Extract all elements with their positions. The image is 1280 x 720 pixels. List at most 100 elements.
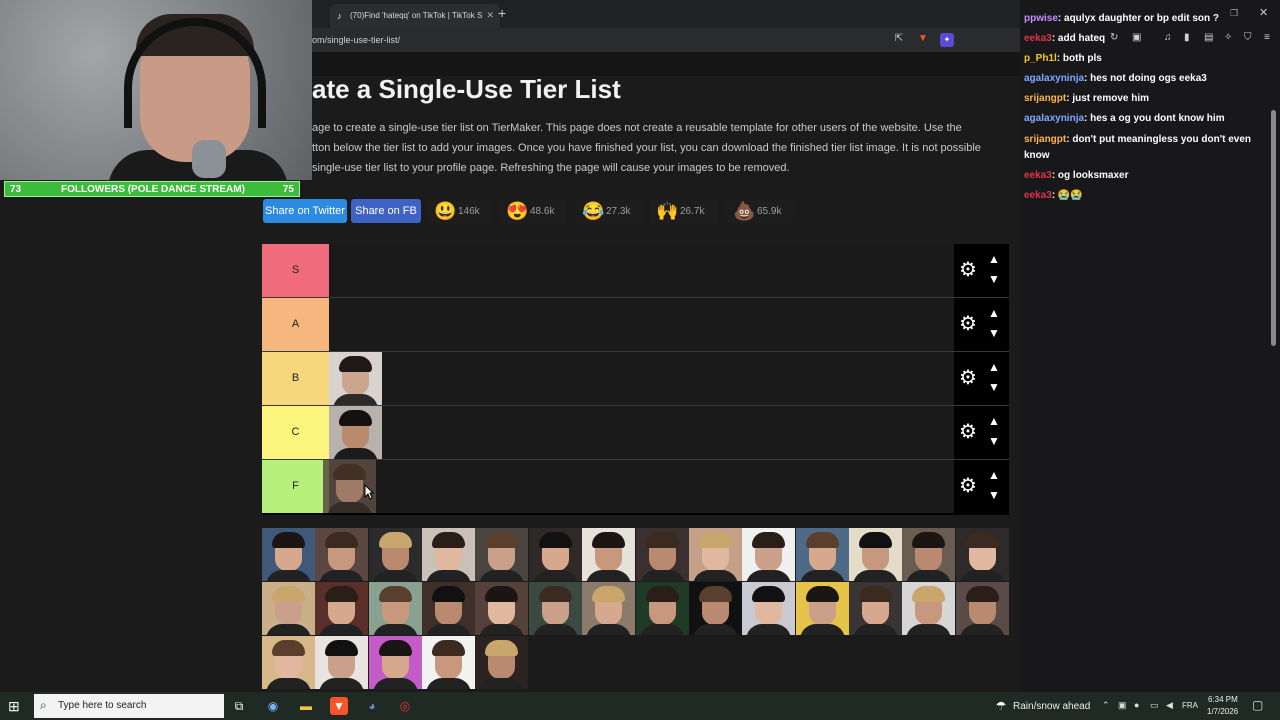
clock-time[interactable]: 6:34 PM xyxy=(1208,695,1238,704)
pool-image[interactable] xyxy=(902,582,956,635)
reaction-button[interactable]: 💩 65.9k xyxy=(727,198,793,224)
chat-username[interactable]: eeka3 xyxy=(1024,33,1052,44)
chevron-down-icon[interactable]: ▼ xyxy=(988,488,1000,502)
pool-image[interactable] xyxy=(955,528,1009,581)
browser-tab[interactable]: ♪ (70)Find 'hateqq' on TikTok | TikTok S… xyxy=(330,4,500,28)
pool-image[interactable] xyxy=(262,636,315,689)
share-page-icon[interactable]: ⇱ xyxy=(892,33,906,47)
task-view-icon[interactable]: ⧉ xyxy=(230,697,248,715)
clock-date[interactable]: 1/7/2026 xyxy=(1207,707,1238,716)
copilot-icon[interactable]: ◉ xyxy=(264,697,282,715)
pool-image[interactable] xyxy=(688,528,742,581)
show-hidden-icons-icon[interactable]: ⌃ xyxy=(1102,700,1110,711)
chat-username[interactable]: agalaxyninja xyxy=(1024,113,1084,124)
pool-image[interactable] xyxy=(848,582,902,635)
reaction-button[interactable]: 😍 48.6k xyxy=(500,198,566,224)
pool-image[interactable] xyxy=(528,582,582,635)
windows-start-icon[interactable]: ⊞ xyxy=(8,698,20,715)
pool-image[interactable] xyxy=(582,528,636,581)
weather-text[interactable]: Rain/snow ahead xyxy=(1013,701,1090,712)
gear-icon[interactable]: ⚙ xyxy=(959,476,977,496)
taskbar-search-box[interactable]: ⌕ Type here to search xyxy=(34,694,224,718)
chevron-up-icon[interactable]: ▲ xyxy=(988,468,1000,482)
pool-image[interactable] xyxy=(528,528,582,581)
reaction-button[interactable]: 😂 27.3k xyxy=(576,198,642,224)
url-text[interactable]: om/single-use-tier-list/ xyxy=(312,35,400,45)
chevron-down-icon[interactable]: ▼ xyxy=(988,326,1000,340)
pool-image[interactable] xyxy=(422,636,476,689)
tier-dropzone[interactable] xyxy=(329,406,954,459)
chat-username[interactable]: srijangpt xyxy=(1024,134,1066,145)
pool-image[interactable] xyxy=(742,582,796,635)
chat-username[interactable]: p_Ph1l xyxy=(1024,53,1057,64)
pool-image[interactable] xyxy=(368,636,422,689)
new-tab-button[interactable]: + xyxy=(498,5,506,21)
weather-icon[interactable]: ☂ xyxy=(992,697,1010,715)
pool-image[interactable] xyxy=(422,582,476,635)
pool-image[interactable] xyxy=(635,528,689,581)
gear-icon[interactable]: ⚙ xyxy=(959,368,977,388)
chat-username[interactable]: eeka3 xyxy=(1024,170,1052,181)
close-tab-icon[interactable]: ✕ xyxy=(486,10,494,21)
gear-icon[interactable]: ⚙ xyxy=(959,314,977,334)
tier-item-image[interactable] xyxy=(329,406,382,459)
chat-username[interactable]: eeka3 xyxy=(1024,190,1052,201)
tier-label[interactable]: F xyxy=(262,460,329,513)
chat-scrollbar[interactable] xyxy=(1271,110,1276,346)
pool-image[interactable] xyxy=(475,636,529,689)
pool-image[interactable] xyxy=(315,528,369,581)
pool-image[interactable] xyxy=(422,528,476,581)
chevron-up-icon[interactable]: ▲ xyxy=(988,306,1000,320)
obs-icon[interactable]: ◎ xyxy=(396,697,414,715)
leo-ai-icon[interactable]: ✦ xyxy=(940,33,954,47)
pool-image[interactable] xyxy=(475,528,529,581)
tier-label[interactable]: A xyxy=(262,298,329,351)
chat-username[interactable]: srijangpt xyxy=(1024,93,1066,104)
chevron-up-icon[interactable]: ▲ xyxy=(988,252,1000,266)
chat-username[interactable]: ppwise xyxy=(1024,13,1058,24)
share-facebook-button[interactable]: Share on FB xyxy=(351,199,421,223)
pool-image[interactable] xyxy=(368,582,422,635)
tier-dropzone[interactable] xyxy=(329,352,954,405)
tray-app-icon[interactable]: ▣ xyxy=(1118,700,1127,711)
gear-icon[interactable]: ⚙ xyxy=(959,260,977,280)
pool-image[interactable] xyxy=(848,528,902,581)
pool-image[interactable] xyxy=(795,528,849,581)
chevron-down-icon[interactable]: ▼ xyxy=(988,272,1000,286)
pool-image[interactable] xyxy=(582,582,636,635)
reaction-button[interactable]: 😃 146k xyxy=(428,198,490,224)
chevron-up-icon[interactable]: ▲ xyxy=(988,414,1000,428)
microphone-icon[interactable]: ● xyxy=(1134,700,1139,710)
tier-label[interactable]: S xyxy=(262,244,329,297)
tier-dropzone[interactable] xyxy=(329,244,954,297)
network-icon[interactable]: ▭ xyxy=(1150,700,1159,711)
chevron-down-icon[interactable]: ▼ xyxy=(988,434,1000,448)
tier-dropzone[interactable] xyxy=(323,460,954,513)
chat-username[interactable]: agalaxyninja xyxy=(1024,73,1084,84)
pool-image[interactable] xyxy=(262,582,315,635)
chevron-down-icon[interactable]: ▼ xyxy=(988,380,1000,394)
tier-label[interactable]: B xyxy=(262,352,329,405)
pool-image[interactable] xyxy=(475,582,529,635)
pool-image[interactable] xyxy=(635,582,689,635)
share-twitter-button[interactable]: Share on Twitter xyxy=(263,199,347,223)
pool-image[interactable] xyxy=(315,636,369,689)
tier-item-image[interactable] xyxy=(329,352,382,405)
pool-image[interactable] xyxy=(795,582,849,635)
brave-shields-icon[interactable]: ▼ xyxy=(916,33,930,47)
discord-icon[interactable]: ◕ xyxy=(363,697,381,715)
volume-icon[interactable]: ◀ xyxy=(1166,700,1173,711)
pool-image[interactable] xyxy=(742,528,796,581)
pool-image[interactable] xyxy=(368,528,422,581)
brave-browser-icon[interactable]: ▼ xyxy=(330,697,348,715)
notifications-icon[interactable]: ▢ xyxy=(1252,698,1263,712)
gear-icon[interactable]: ⚙ xyxy=(959,422,977,442)
input-language[interactable]: FRA xyxy=(1182,701,1198,710)
pool-image[interactable] xyxy=(955,582,1009,635)
pool-image[interactable] xyxy=(688,582,742,635)
tier-dropzone[interactable] xyxy=(329,298,954,351)
file-explorer-icon[interactable]: ▬ xyxy=(297,697,315,715)
pool-image[interactable] xyxy=(902,528,956,581)
tier-label[interactable]: C xyxy=(262,406,329,459)
chevron-up-icon[interactable]: ▲ xyxy=(988,360,1000,374)
